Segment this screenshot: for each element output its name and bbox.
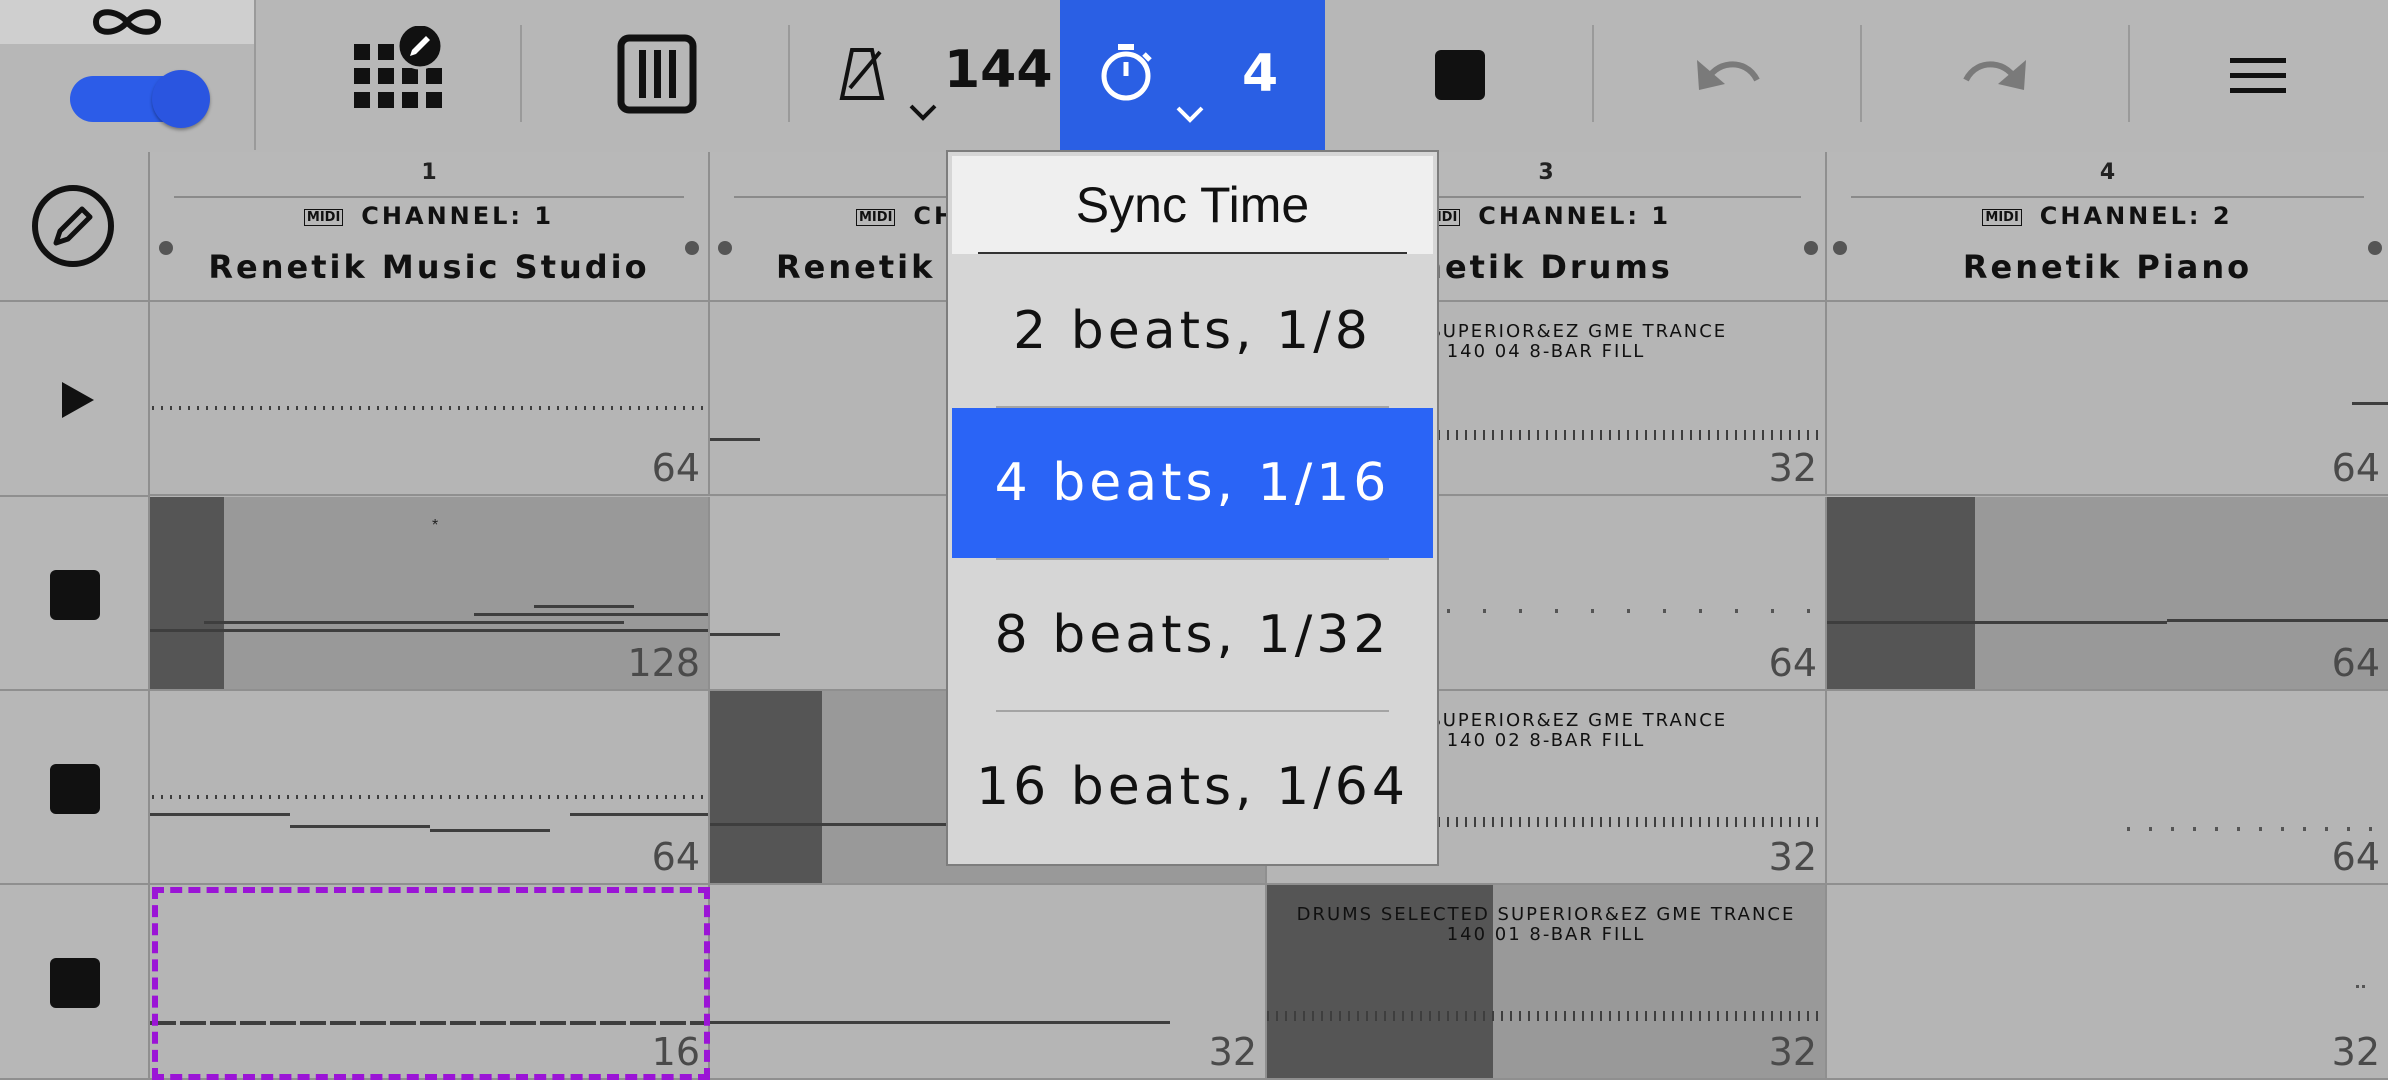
clip-cell[interactable]: 64 bbox=[150, 302, 710, 496]
midi-icon: MIDI bbox=[303, 209, 344, 226]
loop-toggle[interactable] bbox=[70, 70, 210, 128]
sync-value: 4 bbox=[1242, 44, 1279, 104]
clip-cell[interactable]: 64 bbox=[1827, 497, 2388, 691]
sync-option[interactable]: 2 beats, 1/8 bbox=[952, 256, 1433, 406]
clip-length: 32 bbox=[2331, 1030, 2380, 1074]
menu-button[interactable] bbox=[2230, 58, 2286, 94]
pencil-icon bbox=[32, 185, 114, 267]
clip-length: 64 bbox=[651, 835, 700, 879]
track-handle[interactable] bbox=[2368, 241, 2382, 255]
clip-cell[interactable]: 64 bbox=[1827, 691, 2388, 885]
clip-label: DRUMS SELECTED SUPERIOR&EZ GME TRANCE 14… bbox=[1296, 904, 1796, 945]
clip-length: 64 bbox=[2331, 835, 2380, 879]
clip-length: 64 bbox=[2331, 446, 2380, 490]
stop-button[interactable] bbox=[1435, 50, 1485, 100]
scene-play-button[interactable] bbox=[58, 380, 98, 420]
piano-icon bbox=[617, 34, 697, 114]
scene-4-cell bbox=[0, 885, 150, 1080]
track-channel: MIDICHANNEL: 1 bbox=[150, 202, 708, 230]
clip-length: 64 bbox=[2331, 641, 2380, 685]
scene-stop-button[interactable] bbox=[50, 570, 100, 620]
clip-cell[interactable]: * 128 bbox=[150, 497, 710, 691]
chevron-down-icon bbox=[1176, 106, 1204, 123]
clip-cell[interactable]: 32 bbox=[1827, 885, 2388, 1080]
midi-icon: MIDI bbox=[856, 209, 896, 226]
sync-time-button[interactable]: 4 bbox=[1060, 0, 1325, 152]
clip-cell[interactable]: 64 bbox=[1827, 302, 2388, 496]
play-icon bbox=[62, 382, 94, 418]
edit-tracks-cell bbox=[0, 152, 150, 302]
track-handle[interactable] bbox=[159, 241, 173, 255]
track-number: 4 bbox=[2099, 160, 2116, 185]
midi-icon: MIDI bbox=[1982, 209, 2022, 226]
sync-option[interactable]: 16 beats, 1/64 bbox=[952, 712, 1433, 862]
grid-edit-button[interactable] bbox=[350, 22, 450, 126]
sync-time-popup: Sync Time 2 beats, 1/8 4 beats, 1/16 8 b… bbox=[946, 150, 1439, 866]
clip-length: 64 bbox=[651, 446, 700, 490]
scene-2-cell bbox=[0, 497, 150, 691]
track-name: Renetik Music Studio bbox=[208, 248, 650, 286]
clip-length: 32 bbox=[1208, 1030, 1257, 1074]
track-handle[interactable] bbox=[685, 241, 699, 255]
track-handle[interactable] bbox=[1833, 241, 1847, 255]
clip-cell[interactable]: 32 bbox=[710, 885, 1267, 1080]
redo-icon bbox=[1963, 60, 2026, 90]
track-name: Renetik Piano bbox=[1962, 248, 2253, 286]
hamburger-icon bbox=[2230, 58, 2286, 93]
clip-length: 128 bbox=[627, 641, 700, 685]
tempo-control[interactable]: 144 bbox=[830, 30, 1053, 130]
track-number: 1 bbox=[421, 160, 437, 185]
stopwatch-icon bbox=[1101, 44, 1152, 101]
toggle-knob bbox=[152, 70, 210, 128]
popup-title: Sync Time bbox=[952, 156, 1433, 254]
undo-button[interactable] bbox=[1693, 46, 1763, 102]
clip-cell[interactable]: DRUMS SELECTED SUPERIOR&EZ GME TRANCE 14… bbox=[1267, 885, 1827, 1080]
sync-option-selected[interactable]: 4 beats, 1/16 bbox=[952, 408, 1433, 558]
tempo-value: 144 bbox=[944, 40, 1053, 100]
track-header-1[interactable]: 1 MIDI CHANNEL: 1 Renetik Music Studio bbox=[150, 152, 710, 302]
metronome-icon bbox=[839, 48, 885, 100]
scene-1-cell bbox=[0, 302, 150, 497]
track-header-4[interactable]: 4 MIDI CHANNEL: 2 Renetik Piano bbox=[1827, 152, 2388, 302]
selected-clip-outline bbox=[152, 887, 710, 1080]
edit-button[interactable] bbox=[30, 183, 116, 269]
clip-length: 32 bbox=[1768, 835, 1817, 879]
toolbar: 144 4 bbox=[0, 0, 2388, 154]
piano-roll-button[interactable] bbox=[617, 34, 697, 114]
track-handle[interactable] bbox=[1804, 241, 1818, 255]
clip-length: 32 bbox=[1768, 446, 1817, 490]
grid-edit-icon bbox=[354, 22, 444, 108]
scene-stop-button[interactable] bbox=[50, 958, 100, 1008]
clip-length: 32 bbox=[1768, 1030, 1817, 1074]
loop-icon bbox=[86, 2, 168, 42]
track-channel: MIDI CHANNEL: 2 bbox=[1827, 202, 2388, 230]
track-handle[interactable] bbox=[718, 241, 732, 255]
redo-button[interactable] bbox=[1960, 46, 2030, 102]
scene-stop-button[interactable] bbox=[50, 764, 100, 814]
scene-3-cell bbox=[0, 691, 150, 885]
undo-icon bbox=[1697, 60, 1760, 90]
marker-icon: * bbox=[432, 517, 439, 534]
clip-cell[interactable]: 64 bbox=[150, 691, 710, 885]
clip-length: 64 bbox=[1768, 641, 1817, 685]
sync-option[interactable]: 8 beats, 1/32 bbox=[952, 560, 1433, 710]
chevron-down-icon bbox=[909, 104, 937, 121]
